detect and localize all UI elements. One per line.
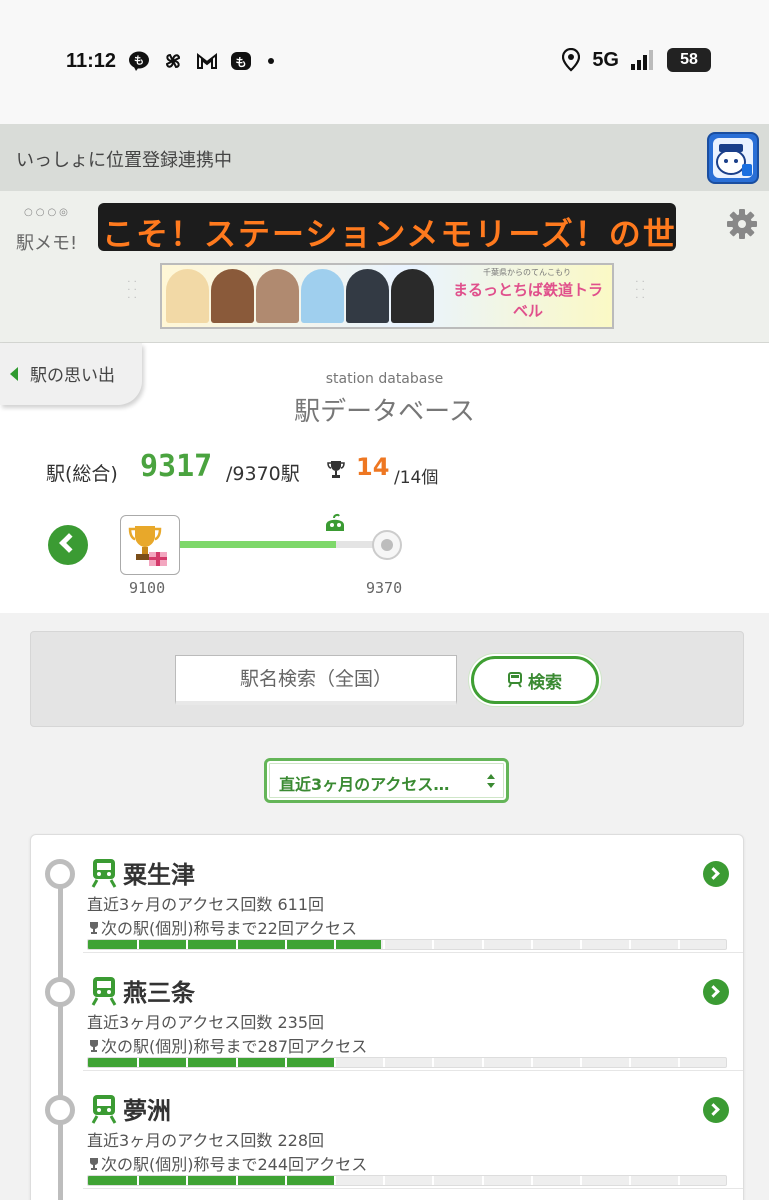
station-next-title: 次の駅(個別)称号まで244回アクセス <box>87 1151 367 1175</box>
sparkle-decoration-right: · · · · · · <box>635 277 645 304</box>
station-search-input[interactable] <box>175 655 457 705</box>
location-sync-bar: いっしょに位置登録連携中 <box>0 124 769 191</box>
battery-level: 58 <box>667 48 711 72</box>
station-name: 燕三条 <box>123 979 195 1007</box>
station-access-count: 直近3ヶ月のアクセス回数 611回 <box>87 895 325 914</box>
news-marquee[interactable]: こそ！ステーションメモリーズ！の世界 <box>98 203 676 251</box>
signal-icon <box>631 50 653 70</box>
event-banner[interactable]: 千葉県からのてんこもり まるっとちば鉄道トラベル <box>160 263 614 329</box>
sparkle-decoration-left: · · · · · · <box>127 277 137 304</box>
trophy-icon <box>90 1158 98 1170</box>
banner-illustration <box>162 265 438 327</box>
trophy-icon <box>90 922 98 934</box>
milestone-reward[interactable] <box>120 515 180 575</box>
milestone-goal-node <box>372 530 402 560</box>
list-item[interactable]: 夢洲直近3ヶ月のアクセス回数 228回次の駅(個別)称号まで244回アクセス <box>31 1071 745 1189</box>
milestone-start-label: 9100 <box>129 579 166 597</box>
list-item[interactable]: 粟生津直近3ヶ月のアクセス回数 611回次の駅(個別)称号まで22回アクセス <box>31 835 745 953</box>
banner-title: まるっとちば鉄道トラベル <box>452 281 603 320</box>
network-type: 5G <box>592 48 619 71</box>
list-item[interactable]: 燕三条直近3ヶ月のアクセス回数 235回次の駅(個別)称号まで287回アクセス <box>31 953 745 1071</box>
station-progress-bar <box>87 1175 727 1186</box>
status-time: 11:12 <box>66 50 117 72</box>
search-button-label: 検索 <box>528 672 562 693</box>
logo-text: 駅メモ! <box>16 233 78 254</box>
app-logo[interactable]: ○○○◎ 駅メモ! <box>14 207 86 259</box>
line-icon: も <box>129 51 149 71</box>
trophy-icon <box>90 1040 98 1052</box>
train-icon <box>508 672 522 688</box>
page-title: 駅データベース <box>294 397 475 427</box>
station-next-text: 次の駅(個別)称号まで22回アクセス <box>101 919 358 938</box>
logo-decoration: ○○○◎ <box>24 207 71 218</box>
chevron-right-icon <box>707 985 720 998</box>
linked-app-avatar[interactable] <box>707 132 759 184</box>
notification-icons: も も <box>128 50 274 72</box>
station-detail-button[interactable] <box>703 1097 729 1123</box>
gear-icon[interactable] <box>725 207 759 241</box>
trophy-total: /14個 <box>394 468 439 488</box>
chevron-right-icon <box>707 1103 720 1116</box>
location-icon <box>562 48 581 72</box>
station-name: 粟生津 <box>123 861 195 889</box>
gmail-icon <box>197 52 217 69</box>
chevron-right-icon <box>707 867 720 880</box>
banner-subtitle: 千葉県からのてんこもり <box>483 268 571 277</box>
previous-milestone-button[interactable] <box>48 525 88 565</box>
search-panel: 検索 <box>30 631 744 727</box>
app-header: ○○○◎ 駅メモ! こそ！ステーションメモリーズ！の世界 · ·· ·· · <box>0 191 769 343</box>
station-next-text: 次の駅(個別)称号まで244回アクセス <box>101 1155 368 1174</box>
station-access-count: 直近3ヶ月のアクセス回数 228回 <box>87 1131 325 1150</box>
marquee-text: こそ！ステーションメモリーズ！の世界 <box>102 215 676 251</box>
status-bar: 11:12 も も 5G 58 <box>0 0 769 124</box>
svg-text:も: も <box>134 55 144 67</box>
train-icon <box>91 859 117 888</box>
train-icon <box>91 1095 117 1124</box>
station-stat-label: 駅(総合) <box>46 463 118 485</box>
divider <box>83 1188 743 1189</box>
sort-arrows-icon <box>487 774 495 788</box>
train-icon <box>91 977 117 1006</box>
station-name: 夢洲 <box>123 1097 171 1125</box>
more-notifications-dot <box>268 58 274 64</box>
trophy-icon <box>327 461 345 478</box>
trophy-count: 14 <box>356 453 390 481</box>
mercari-icon: も <box>231 52 251 70</box>
cat-mascot-icon <box>713 138 753 178</box>
svg-text:も: も <box>236 56 247 69</box>
page-subtitle: station database <box>325 371 444 387</box>
station-next-title: 次の駅(個別)称号まで22回アクセス <box>87 915 357 939</box>
database-summary: 駅の思い出 station database 駅データベース 駅(総合) 931… <box>0 343 769 613</box>
station-count: 9317 <box>140 449 213 484</box>
mascot-marker-icon <box>326 513 344 531</box>
timeline-node <box>45 977 75 1007</box>
milestone-progress-fill <box>180 541 336 548</box>
station-detail-button[interactable] <box>703 861 729 887</box>
system-icons: 5G 58 <box>562 48 711 72</box>
station-next-text: 次の駅(個別)称号まで287回アクセス <box>101 1037 368 1056</box>
timeline-node <box>45 1095 75 1125</box>
station-detail-button[interactable] <box>703 979 729 1005</box>
station-next-title: 次の駅(個別)称号まで287回アクセス <box>87 1033 367 1057</box>
search-button[interactable]: 検索 <box>471 656 599 704</box>
station-total: /9370駅 <box>226 463 300 485</box>
station-access-count: 直近3ヶ月のアクセス回数 235回 <box>87 1013 325 1032</box>
station-progress-fill <box>88 1058 334 1067</box>
pinwheel-icon <box>165 53 181 69</box>
station-progress-bar <box>87 939 727 950</box>
station-progress-bar <box>87 1057 727 1068</box>
chevron-left-icon <box>59 533 79 553</box>
sync-status-text: いっしょに位置登録連携中 <box>16 150 232 171</box>
sort-select-value: 直近3ヶ月のアクセス… <box>279 775 450 794</box>
milestone-progress-track <box>180 541 375 548</box>
station-list: 粟生津直近3ヶ月のアクセス回数 611回次の駅(個別)称号まで22回アクセス燕三… <box>30 834 744 1200</box>
trophy-gift-icon <box>128 526 167 566</box>
station-progress-fill <box>88 1176 334 1185</box>
sort-select[interactable]: 直近3ヶ月のアクセス… <box>264 758 509 803</box>
milestone-end-label: 9370 <box>366 579 403 597</box>
timeline-node <box>45 859 75 889</box>
